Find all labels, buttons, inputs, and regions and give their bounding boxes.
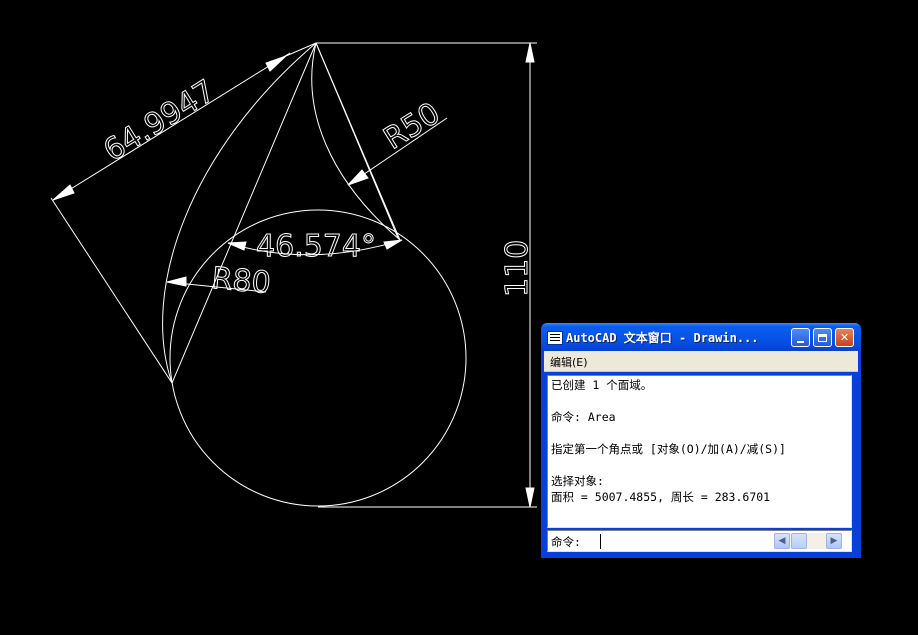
dim-vert-arrow-bottom	[525, 487, 535, 508]
dim-r80-text: R80	[210, 261, 272, 301]
minimize-icon	[797, 340, 804, 343]
dim-r50-arrow	[347, 169, 369, 186]
dim-angle-arrow2	[383, 239, 403, 250]
history-line	[551, 425, 851, 441]
maximize-button[interactable]	[813, 328, 832, 347]
text-window-title: AutoCAD 文本窗口 - Drawin...	[566, 331, 759, 345]
chevron-left-icon: ◀	[778, 536, 786, 546]
command-prompt-label: 命令:	[551, 535, 581, 549]
scroll-left-button[interactable]: ◀	[774, 533, 790, 549]
close-button[interactable]: ✕	[835, 328, 854, 347]
close-icon: ✕	[839, 331, 850, 344]
text-caret	[600, 534, 601, 549]
dim-angle-text: 46.574°	[256, 229, 376, 264]
menu-edit[interactable]: 编辑(E)	[550, 354, 588, 370]
dim-vertical-text: 110	[500, 240, 535, 297]
history-line	[551, 457, 851, 473]
text-window-icon[interactable]	[547, 331, 563, 345]
chevron-right-icon: ▶	[830, 536, 838, 546]
dim-aligned-text: 64.9947	[98, 73, 222, 168]
dim-aligned-ext1	[50, 197, 173, 384]
dim-aligned-arrow2	[265, 55, 287, 72]
command-history[interactable]: 已创建 1 个面域。 命令: Area 指定第一个角点或 [对象(O)/加(A)…	[547, 375, 852, 528]
autocad-text-window[interactable]: AutoCAD 文本窗口 - Drawin... ✕ 编辑(E) 已创建 1 个…	[541, 323, 861, 558]
scroll-thumb[interactable]	[791, 533, 807, 549]
history-line	[551, 393, 851, 409]
command-line: 命令: ◀ ▶	[547, 530, 852, 552]
history-line: 面积 = 5007.4855, 周长 = 283.6701	[551, 490, 771, 504]
dim-vert-arrow-top	[525, 42, 535, 63]
dim-aligned-arrow1	[52, 184, 75, 201]
scroll-right-button[interactable]: ▶	[826, 533, 842, 549]
text-window-menubar: 编辑(E)	[544, 351, 858, 372]
dim-r80-arrow	[166, 276, 187, 287]
text-window-titlebar[interactable]: AutoCAD 文本窗口 - Drawin... ✕	[541, 323, 861, 351]
maximize-icon	[818, 333, 827, 342]
history-line: 选择对象:	[551, 474, 604, 488]
horizontal-scrollbar[interactable]: ◀ ▶	[774, 533, 842, 549]
command-input[interactable]	[600, 533, 768, 549]
dim-angle-arrow1	[227, 241, 247, 251]
history-line: 指定第一个角点或 [对象(O)/加(A)/减(S)]	[551, 442, 786, 456]
history-line: 命令: Area	[551, 410, 616, 424]
dim-r50-text: R50	[378, 96, 447, 157]
minimize-button[interactable]	[791, 328, 810, 347]
history-line: 已创建 1 个面域。	[551, 378, 653, 392]
